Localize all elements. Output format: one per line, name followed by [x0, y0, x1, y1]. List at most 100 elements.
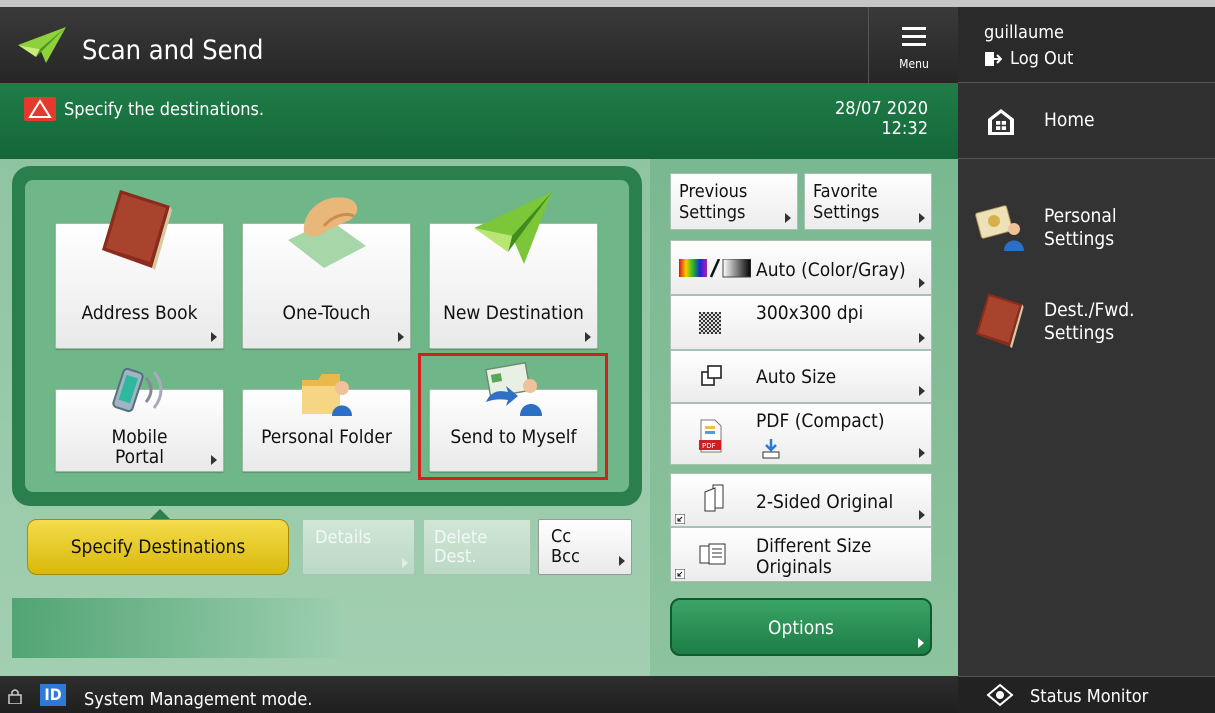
previous-settings-button[interactable]: Previous Settings [670, 173, 798, 230]
new-destination-label: New Destination [443, 302, 584, 324]
personal-settings-line1: Personal [1044, 205, 1117, 227]
user-name: guillaume [984, 22, 1064, 43]
status-bar: Specify the destinations. 28/07 2020 12:… [0, 83, 958, 159]
previous-settings-line2: Settings [679, 202, 746, 223]
download-icon [762, 439, 780, 459]
delete-label-line1: Delete [434, 527, 488, 548]
resolution-label: 300x300 dpi [756, 302, 864, 324]
date-time: 28/07 2020 12:32 [835, 99, 928, 139]
home-label: Home [1044, 109, 1095, 131]
chevron-right-icon [585, 332, 591, 342]
status-monitor-button[interactable]: Status Monitor [958, 676, 1215, 713]
scan-size-label: Auto Size [756, 366, 837, 388]
cc-bcc-button[interactable]: Cc Bcc [538, 519, 632, 575]
previous-settings-line1: Previous [679, 181, 748, 202]
mobile-portal-label-line2: Portal [114, 446, 165, 468]
scan-size-button[interactable]: Auto Size [670, 350, 932, 403]
mobile-portal-label-line1: Mobile [111, 426, 168, 448]
bcc-label: Bcc [551, 546, 580, 567]
favorite-settings-button[interactable]: Favorite Settings [804, 173, 932, 230]
personal-settings-button[interactable]: Personal Settings [958, 193, 1215, 259]
chevron-right-icon [211, 332, 217, 342]
address-book-icon [102, 190, 172, 270]
delete-label-line2: Dest. [434, 546, 477, 567]
two-sided-icon [704, 484, 724, 512]
different-size-icon [699, 543, 726, 565]
folder-icon [302, 374, 352, 416]
scan-size-icon [701, 365, 722, 386]
chevron-right-icon [919, 386, 925, 396]
different-size-line1: Different Size [756, 535, 872, 557]
menu-label: Menu [899, 57, 929, 71]
shortcut-icon [675, 569, 685, 579]
logout-button[interactable]: Log Out [984, 47, 1094, 71]
color-mode-button[interactable]: Auto (Color/Gray) [670, 240, 932, 295]
shortcut-icon [675, 514, 685, 524]
app-title: Scan and Send [82, 35, 264, 66]
chevron-right-icon [918, 638, 924, 648]
mobile-icon [112, 367, 163, 413]
home-button[interactable]: Home [958, 83, 1215, 159]
paper-plane-icon [474, 192, 552, 264]
date-text: 28/07 2020 [834, 98, 928, 119]
specify-destinations-label: Specify Destinations [70, 536, 246, 558]
two-sided-original-button[interactable]: 2-Sided Original [670, 473, 932, 527]
dest-fwd-settings-button[interactable]: Dest./Fwd. Settings [958, 290, 1215, 356]
personal-settings-icon [975, 205, 1024, 251]
address-book-label: Address Book [81, 302, 198, 324]
paper-plane-icon [18, 27, 66, 63]
personal-settings-line2: Settings [1044, 228, 1115, 250]
chevron-right-icon [919, 448, 925, 458]
color-gray-icon [679, 259, 751, 278]
chevron-right-icon [919, 510, 925, 520]
dest-fwd-line1: Dest./Fwd. [1044, 299, 1135, 321]
pdf-icon: PDF [699, 419, 722, 453]
details-label: Details [315, 527, 372, 548]
chevron-right-icon [211, 455, 217, 465]
details-button[interactable]: Details [302, 519, 415, 575]
cc-label: Cc [551, 526, 572, 547]
file-format-button[interactable]: PDF PDF (Compact) [670, 403, 932, 465]
home-icon [988, 109, 1014, 135]
lock-icon [8, 689, 22, 704]
favorite-settings-line2: Settings [813, 202, 880, 223]
menu-button[interactable]: Menu [868, 7, 958, 83]
options-label: Options [768, 617, 834, 639]
two-sided-label: 2-Sided Original [756, 491, 894, 513]
title-bar: Scan and Send [0, 7, 958, 83]
options-button[interactable]: Options [670, 598, 932, 656]
address-book-icon [975, 293, 1024, 348]
chevron-right-icon [402, 558, 408, 568]
status-monitor-label: Status Monitor [1030, 686, 1149, 707]
dest-fwd-line2: Settings [1044, 322, 1115, 344]
different-size-line2: Originals [756, 556, 832, 578]
one-touch-icon [288, 197, 366, 268]
file-format-label: PDF (Compact) [756, 410, 885, 432]
footer: ID System Management mode. [0, 676, 958, 713]
favorite-settings-line1: Favorite [813, 181, 878, 202]
chevron-right-icon [619, 556, 625, 566]
hamburger-icon [902, 27, 926, 46]
specify-destinations-button[interactable]: Specify Destinations [27, 519, 289, 575]
delete-dest-button[interactable]: Delete Dest. [423, 519, 531, 575]
bottom-decoration [12, 598, 342, 658]
status-message: Specify the destinations. [64, 99, 265, 120]
mode-text: System Management mode. [84, 689, 313, 710]
chevron-right-icon [785, 213, 791, 223]
one-touch-label: One-Touch [282, 302, 371, 324]
svg-text:PDF: PDF [702, 442, 716, 450]
personal-folder-label: Personal Folder [261, 426, 392, 448]
color-mode-label: Auto (Color/Gray) [756, 259, 906, 281]
chevron-right-icon [919, 213, 925, 223]
chevron-right-icon [398, 332, 404, 342]
resolution-button[interactable]: 300x300 dpi [670, 295, 932, 350]
selection-highlight [418, 353, 608, 480]
pointer-triangle [150, 509, 170, 519]
warning-icon [24, 97, 56, 121]
time-text: 12:32 [881, 118, 928, 139]
logout-label: Log Out [1010, 48, 1074, 69]
different-size-originals-button[interactable]: Different Size Originals [670, 527, 932, 582]
chevron-right-icon [919, 278, 925, 288]
logout-icon [985, 52, 1002, 66]
id-badge: ID [40, 684, 66, 706]
